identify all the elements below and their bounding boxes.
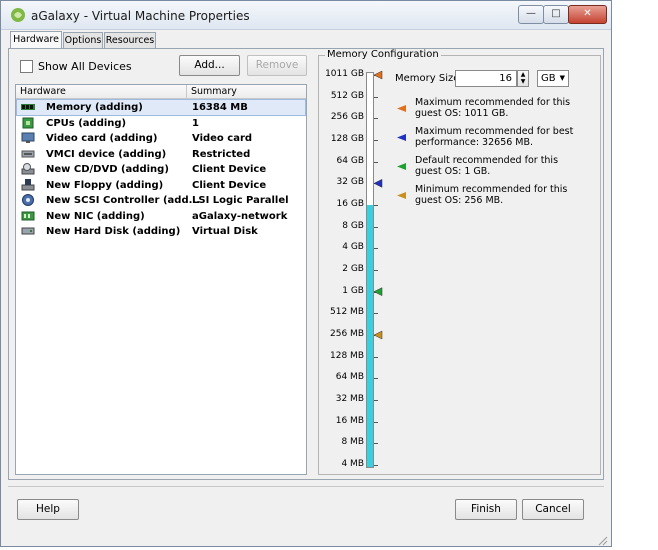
scale-label: 256 GB [330, 112, 364, 123]
hardware-list-header: Hardware Summary [16, 85, 306, 99]
hardware-row-summary: Client Device [192, 180, 267, 191]
cpu-icon [22, 117, 34, 129]
hardware-row-scsi-controller[interactable]: New SCSI Controller (add... LSI Logic Pa… [17, 193, 305, 208]
legend-text: Maximum recommended for best performance… [415, 126, 574, 148]
help-button[interactable]: Help [17, 499, 79, 520]
hardware-row-nic[interactable]: New NIC (adding) aGalaxy-network [17, 209, 305, 224]
scale-label: 1 GB [342, 285, 364, 296]
hardware-row-summary: Restricted [192, 149, 251, 160]
hardware-row-floppy[interactable]: New Floppy (adding) Client Device [17, 178, 305, 193]
hardware-row-summary: Client Device [192, 164, 267, 175]
hardware-row-video-card[interactable]: Video card (adding) Video card [17, 131, 305, 146]
nic-icon [21, 211, 35, 221]
memory-size-input[interactable]: 16 [455, 70, 517, 87]
scale-label: 8 GB [342, 220, 364, 231]
scale-label: 32 GB [336, 177, 364, 188]
scale-label: 512 GB [330, 90, 364, 101]
recommendation-marker [373, 178, 383, 188]
show-all-devices-checkbox[interactable] [20, 60, 33, 73]
memory-unit-select[interactable]: GB ▼ [537, 70, 569, 87]
maximize-button[interactable]: □ [543, 5, 569, 24]
triangle-marker-icon [397, 105, 406, 112]
footer-separator [8, 486, 604, 487]
close-button[interactable]: ✕ [568, 5, 607, 24]
hardware-row-summary: aGalaxy-network [192, 211, 288, 222]
cancel-button[interactable]: Cancel [522, 499, 584, 520]
column-header-summary[interactable]: Summary [191, 85, 237, 98]
show-all-devices-label: Show All Devices [38, 60, 132, 73]
hardware-row-summary: Video card [192, 133, 253, 144]
hardware-list: Hardware Summary Memory (adding) 16384 M… [15, 84, 307, 475]
hardware-row-hard-disk[interactable]: New Hard Disk (adding) Virtual Disk [17, 224, 305, 239]
hardware-row-summary: LSI Logic Parallel [192, 195, 289, 206]
memory-unit-value: GB [541, 73, 556, 84]
chevron-down-icon: ▼ [559, 74, 565, 82]
column-header-hardware[interactable]: Hardware [20, 85, 66, 98]
triangle-marker-icon [397, 163, 406, 170]
hardware-row-name: VMCI device (adding) [46, 149, 167, 160]
hardware-row-summary: Virtual Disk [192, 226, 258, 237]
scale-label: 8 MB [341, 437, 364, 448]
hardware-row-summary: 16384 MB [192, 102, 248, 113]
floppy-icon [21, 179, 35, 191]
memory-configuration-label: Memory Configuration [325, 49, 441, 60]
title-bar[interactable]: aGalaxy - Virtual Machine Properties — □… [1, 1, 611, 30]
scale-label: 32 MB [335, 394, 364, 404]
tab-options[interactable]: Options [63, 32, 103, 48]
hardware-row-name: New SCSI Controller (add... [46, 195, 200, 206]
triangle-marker-icon [397, 192, 406, 199]
hardware-row-name: Video card (adding) [46, 133, 158, 144]
legend-text: Default recommended for this guest OS: 1… [415, 155, 559, 177]
tab-resources[interactable]: Resources [104, 32, 156, 48]
scale-label: 128 MB [330, 350, 364, 361]
scale-label: 64 MB [335, 372, 364, 383]
hardware-row-summary: 1 [192, 118, 199, 129]
finish-button[interactable]: Finish [455, 499, 517, 520]
hardware-row-name: CPUs (adding) [46, 118, 127, 129]
scale-label: 1011 GB [325, 69, 364, 79]
memory-size-spinner[interactable]: ▲ ▼ [517, 70, 529, 87]
hardware-row-cd-dvd[interactable]: New CD/DVD (adding) Client Device [17, 162, 305, 177]
scale-label: 4 MB [341, 459, 364, 469]
scsi-icon [22, 194, 34, 206]
scale-label: 16 MB [335, 415, 364, 426]
memory-recommendation-markers [373, 70, 383, 340]
scale-label: 2 GB [342, 264, 364, 274]
vsphere-app-icon [11, 8, 25, 22]
cd-dvd-icon [21, 163, 35, 175]
hardware-row-memory[interactable]: Memory (adding) 16384 MB [16, 99, 306, 116]
minimize-button[interactable]: — [518, 5, 544, 24]
memory-size-label: Memory Size: [395, 73, 463, 84]
hardware-row-name: New Hard Disk (adding) [46, 226, 181, 237]
tab-hardware[interactable]: Hardware [10, 31, 62, 48]
scale-label: 256 MB [330, 329, 364, 339]
triangle-marker-icon [397, 134, 406, 141]
spinner-down-icon[interactable]: ▼ [518, 78, 528, 85]
spinner-up-icon[interactable]: ▲ [518, 71, 528, 78]
vmci-icon [21, 150, 35, 158]
memory-icon [21, 104, 35, 110]
legend-text: Maximum recommended for this guest OS: 1… [415, 97, 571, 119]
hardware-row-name: New Floppy (adding) [46, 180, 164, 191]
monitor-icon [21, 132, 35, 143]
recommendation-marker [373, 287, 383, 297]
hard-disk-icon [21, 227, 35, 235]
hardware-row-vmci-device[interactable]: VMCI device (adding) Restricted [17, 147, 305, 162]
hardware-row-cpus[interactable]: CPUs (adding) 1 [17, 116, 305, 131]
hardware-row-name: New NIC (adding) [46, 211, 145, 222]
resize-grip-icon[interactable] [598, 536, 608, 546]
scale-label: 512 MB [330, 307, 364, 318]
hardware-row-name: Memory (adding) [46, 102, 143, 113]
recommendation-marker [373, 330, 383, 340]
scale-label: 64 GB [336, 155, 364, 166]
scale-label: 4 GB [342, 242, 364, 253]
add-device-button[interactable]: Add... [179, 55, 240, 76]
scale-label: 128 GB [330, 134, 364, 144]
remove-device-button[interactable]: Remove [247, 55, 307, 76]
hardware-row-name: New CD/DVD (adding) [46, 164, 169, 175]
scale-label: 16 GB [336, 199, 364, 209]
legend-text: Minimum recommended for this guest OS: 2… [415, 184, 568, 206]
window-title: aGalaxy - Virtual Machine Properties [31, 9, 250, 23]
recommendation-marker [373, 70, 383, 80]
